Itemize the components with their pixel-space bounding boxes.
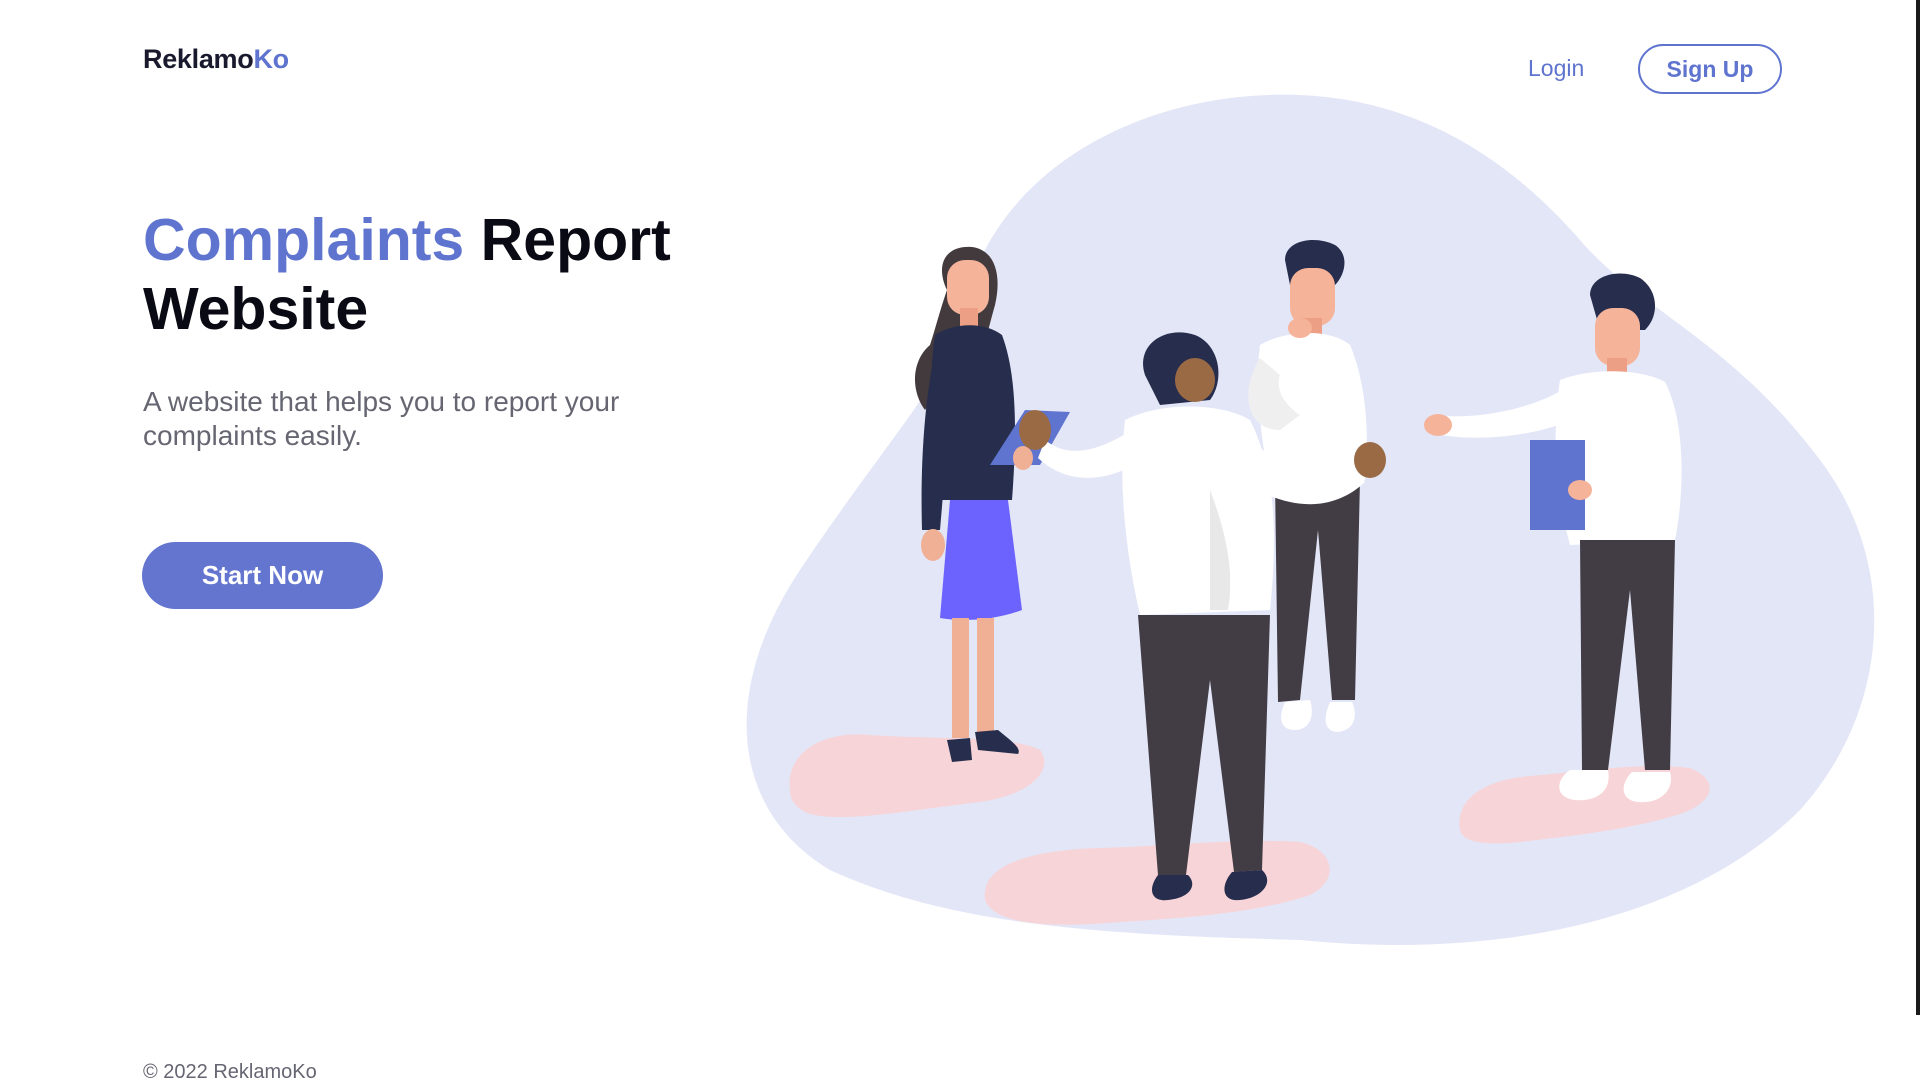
team-discussion-illustration [746, 94, 1875, 945]
hero-title-accent: Complaints [143, 207, 465, 273]
footer-copyright: © 2022 ReklamoKo [143, 1061, 317, 1080]
brand-logo[interactable]: ReklamoKo [143, 44, 289, 75]
landing-page: ReklamoKo Login Sign Up Complaints Repor… [0, 0, 1920, 1080]
start-now-button[interactable]: Start Now [142, 542, 383, 609]
brand-name-main: Reklamo [143, 44, 254, 74]
login-link[interactable]: Login [1528, 55, 1584, 82]
brand-name-accent: Ko [253, 44, 289, 74]
hero-title: Complaints Report Website [143, 206, 763, 344]
scrollbar[interactable] [1916, 0, 1920, 1015]
signup-button[interactable]: Sign Up [1638, 44, 1782, 94]
hero-subtitle: A website that helps you to report your … [143, 386, 620, 451]
